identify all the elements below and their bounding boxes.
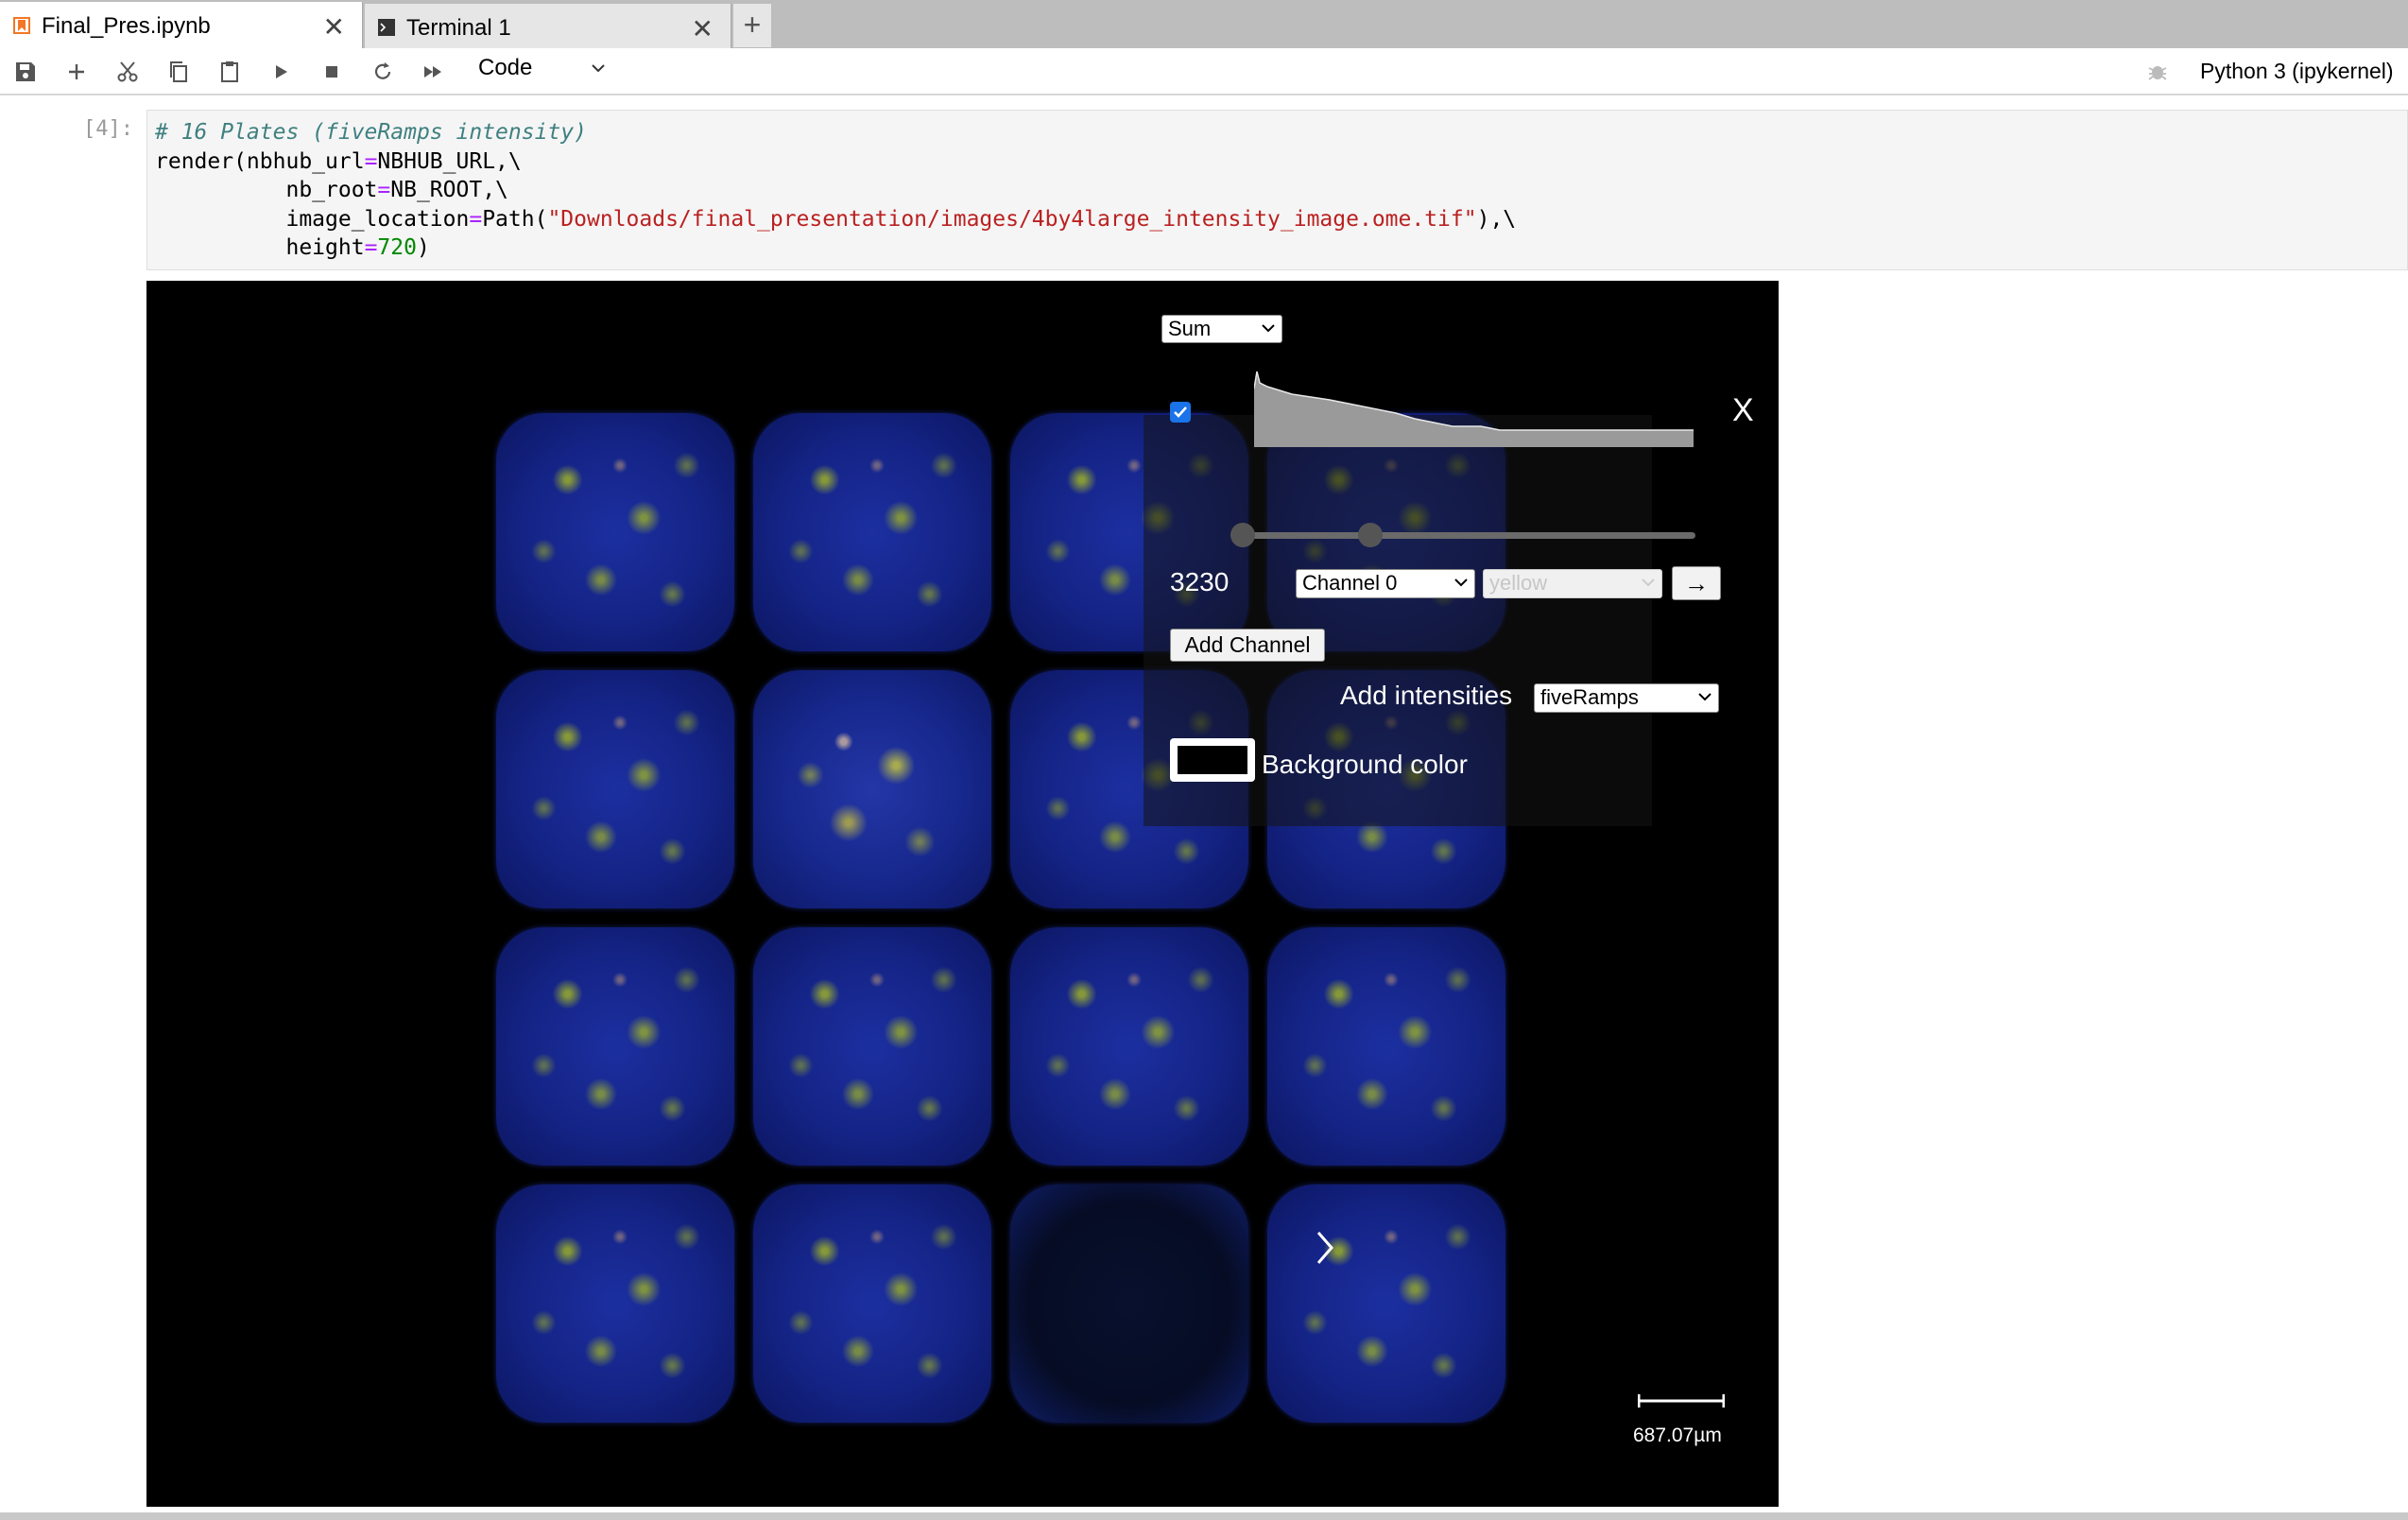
range-slider[interactable] (1230, 523, 1695, 547)
tab-bar: Final_Pres.ipynb ✕ Terminal 1 ✕ + (0, 0, 2408, 48)
mode-select-value: Sum (1168, 317, 1212, 340)
notebook-toolbar: Code Python 3 (ipykernel) (0, 48, 2408, 95)
channel-checkbox[interactable] (1170, 402, 1191, 423)
plate-well (753, 670, 991, 908)
copy-icon[interactable] (164, 58, 193, 86)
tab-terminal[interactable]: Terminal 1 ✕ (365, 4, 731, 48)
plate-well (496, 670, 734, 908)
code-operator: = (364, 148, 378, 174)
plate-well (1267, 1184, 1505, 1423)
checkmark-icon (1174, 406, 1187, 418)
code-token: ) (416, 235, 430, 260)
plate-well (1010, 927, 1248, 1166)
code-token: ),\ (1476, 206, 1517, 232)
chevron-down-icon[interactable] (588, 58, 609, 78)
close-tab-icon[interactable]: ✕ (323, 11, 345, 43)
plate-well (753, 927, 991, 1166)
plate-well (1010, 1184, 1248, 1423)
execution-count: [4]: (83, 117, 133, 141)
slider-max-handle[interactable] (1358, 523, 1384, 547)
scale-bar (1638, 1394, 1725, 1408)
slider-value: 3230 (1170, 567, 1230, 596)
terminal-icon (378, 19, 395, 36)
add-channel-button[interactable]: Add Channel (1170, 629, 1325, 662)
plate-well (496, 413, 734, 651)
code-editor[interactable]: # 16 Plates (fiveRamps intensity) render… (146, 110, 2408, 270)
stop-icon[interactable] (318, 58, 346, 86)
tab-label: Final_Pres.ipynb (42, 13, 211, 39)
chevron-down-icon (1642, 579, 1655, 587)
background-color-fill (1178, 746, 1247, 774)
restart-icon[interactable] (369, 58, 397, 86)
code-token: Path( (482, 206, 548, 232)
image-viewer[interactable]: Sum X 3230 Channel 0 yellow → Add Channe… (146, 281, 1779, 1507)
mode-select[interactable]: Sum (1161, 315, 1282, 343)
channel-select-value: Channel 0 (1302, 571, 1398, 595)
intensity-histogram (1254, 371, 1694, 447)
plate-well (1267, 927, 1505, 1166)
run-icon[interactable] (267, 58, 295, 86)
add-intensities-label: Add intensities (1340, 681, 1513, 710)
save-icon[interactable] (11, 58, 40, 86)
chevron-down-icon (1262, 324, 1275, 333)
code-text: # 16 Plates (fiveRamps intensity) render… (155, 118, 1516, 263)
background-color-label: Background color (1262, 750, 1468, 779)
channel-select[interactable]: Channel 0 (1296, 569, 1475, 598)
intensities-select-value: fiveRamps (1540, 685, 1639, 709)
kernel-name[interactable]: Python 3 (ipykernel) (2200, 59, 2394, 84)
background-color-swatch[interactable] (1170, 738, 1255, 782)
run-all-icon[interactable] (420, 58, 448, 86)
add-cell-icon[interactable] (62, 58, 91, 86)
plate-well (753, 1184, 991, 1423)
code-operator: = (364, 235, 378, 260)
code-number: 720 (377, 235, 417, 260)
paste-icon[interactable] (215, 58, 244, 86)
status-bar (0, 1512, 2408, 1520)
code-token: NB_ROOT,\ (390, 178, 508, 202)
color-select: yellow (1483, 569, 1662, 598)
plate-well (496, 927, 734, 1166)
bug-icon[interactable] (2145, 60, 2170, 84)
code-operator: = (469, 206, 483, 232)
code-token: nb_root (155, 178, 378, 202)
scale-bar-label: 687.07µm (1633, 1425, 1722, 1446)
plate-well (753, 413, 991, 651)
code-token: height (155, 235, 365, 260)
plate-well (496, 1184, 734, 1423)
cell-type-select[interactable]: Code (478, 55, 532, 81)
cut-icon[interactable] (113, 58, 142, 86)
intensities-select[interactable]: fiveRamps (1534, 683, 1719, 713)
mouse-cursor-icon (1316, 1232, 1333, 1264)
slider-min-handle[interactable] (1230, 523, 1255, 547)
code-token: image_location (155, 206, 470, 232)
close-tab-icon[interactable]: ✕ (692, 13, 714, 44)
code-token: NBHUB_URL,\ (377, 148, 522, 174)
code-operator: = (377, 178, 391, 202)
chevron-down-icon (1454, 579, 1468, 587)
chevron-down-icon (1698, 693, 1711, 701)
tab-final-pres[interactable]: Final_Pres.ipynb ✕ (0, 2, 363, 48)
code-token: render(nbhub_url (155, 148, 365, 174)
notebook-icon (13, 17, 30, 34)
close-panel-button[interactable]: X (1732, 392, 1754, 429)
apply-channel-button[interactable]: → (1672, 566, 1721, 600)
code-string: "Downloads/final_presentation/images/4by… (547, 206, 1477, 232)
new-tab-button[interactable]: + (733, 4, 771, 47)
code-comment: # 16 Plates (fiveRamps intensity) (155, 120, 587, 145)
tab-label: Terminal 1 (406, 15, 511, 41)
color-select-value: yellow (1489, 571, 1548, 595)
